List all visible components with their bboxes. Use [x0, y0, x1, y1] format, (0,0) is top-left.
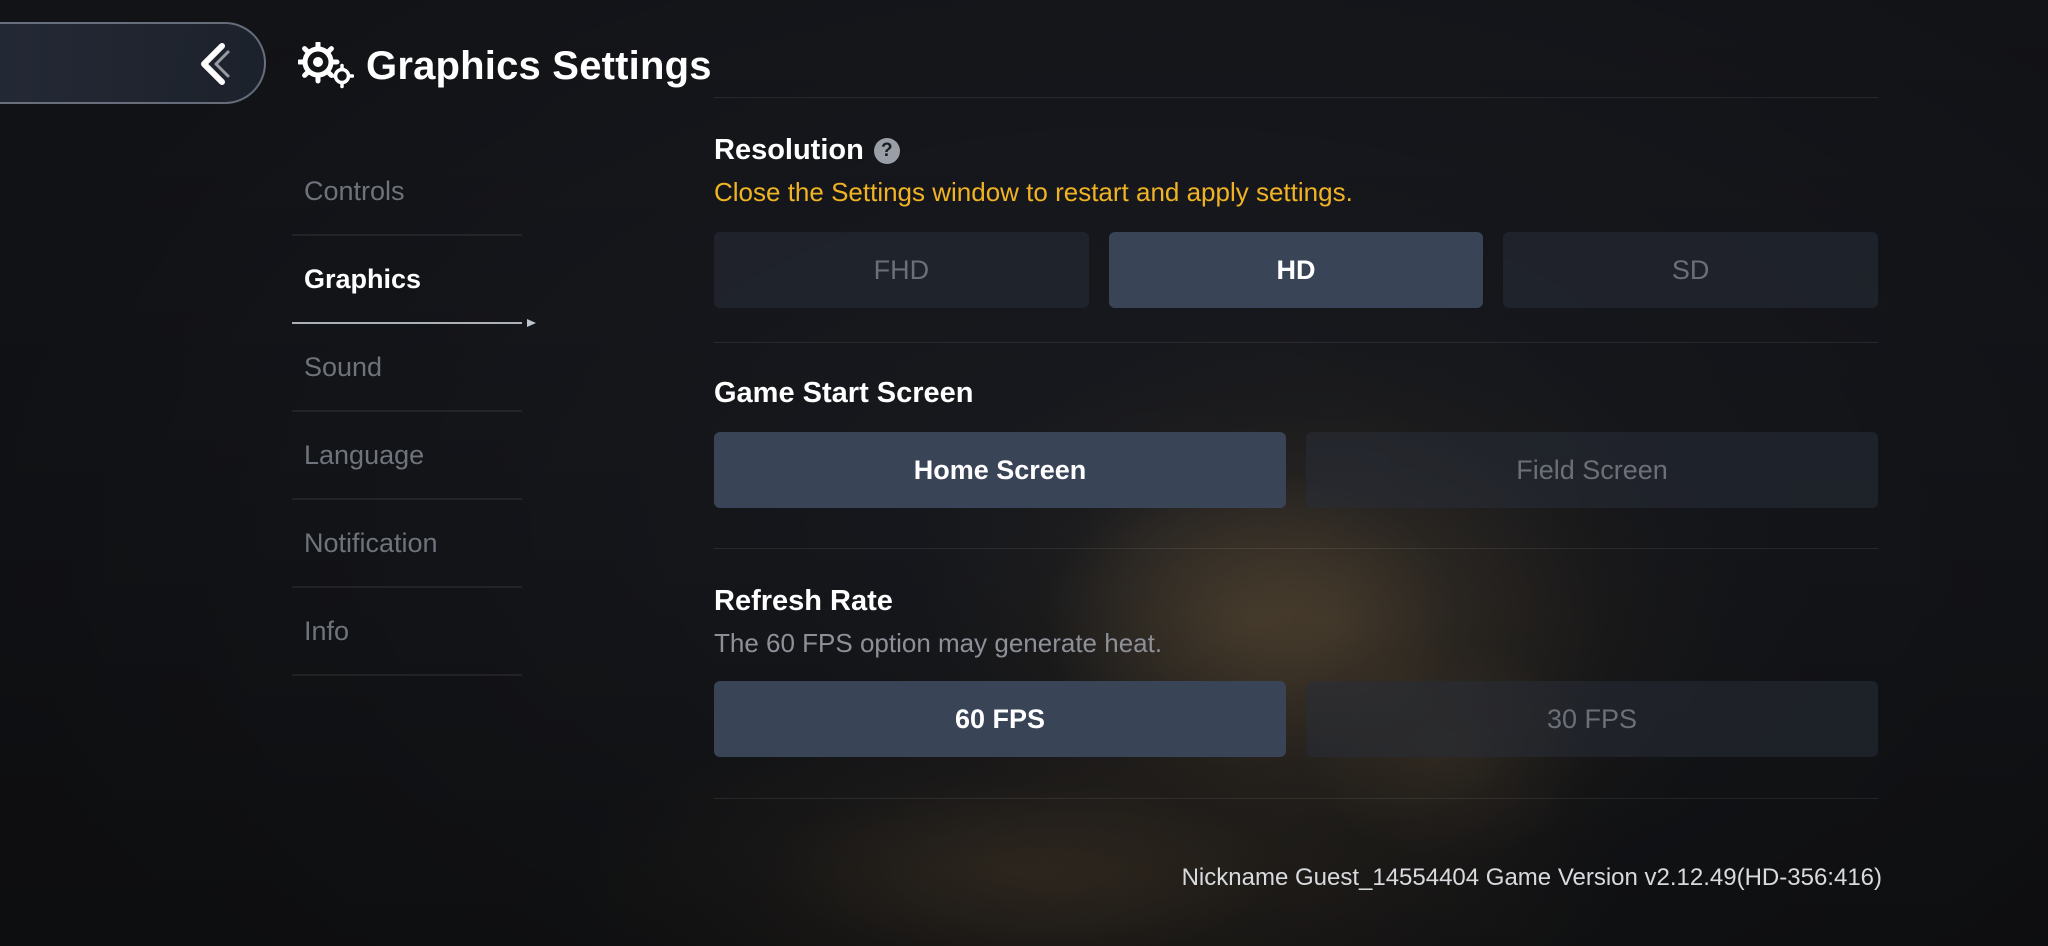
active-indicator-arrow	[527, 319, 536, 327]
settings-content: Resolution ? Close the Settings window t…	[714, 98, 1879, 799]
sidebar-item-graphics[interactable]: Graphics	[292, 236, 536, 327]
sidebar-item-label: Sound	[304, 351, 383, 382]
version-footer: Nickname Guest_14554404 Game Version v2.…	[1181, 864, 1882, 891]
sidebar-item-label: Info	[304, 615, 350, 646]
background-desk-glow	[760, 780, 1280, 946]
resolution-title-row: Resolution ?	[714, 134, 1878, 167]
gears-icon	[298, 42, 354, 89]
settings-sidebar: Controls Graphics Sound Language Notific…	[292, 148, 536, 676]
restart-warning: Close the Settings window to restart and…	[714, 177, 1353, 207]
refresh-rate-section: Refresh Rate The 60 FPS option may gener…	[714, 549, 1878, 799]
sidebar-item-label: Language	[304, 439, 425, 470]
sidebar-item-label: Controls	[304, 175, 405, 206]
resolution-sd-button[interactable]: SD	[1503, 232, 1879, 308]
sidebar-item-language[interactable]: Language	[292, 412, 522, 500]
help-icon[interactable]: ?	[873, 137, 900, 164]
page-title: Graphics Settings	[366, 43, 712, 88]
refresh-rate-options: 60 FPS 30 FPS	[714, 681, 1878, 757]
resolution-section: Resolution ? Close the Settings window t…	[714, 98, 1879, 343]
resolution-title: Resolution	[714, 134, 864, 166]
fps-60-button[interactable]: 60 FPS	[714, 681, 1286, 757]
sidebar-item-notification[interactable]: Notification	[292, 500, 522, 588]
chevron-left-icon	[201, 43, 230, 85]
refresh-rate-title-row: Refresh Rate	[714, 585, 1878, 618]
resolution-fhd-button[interactable]: FHD	[714, 232, 1089, 308]
heat-note: The 60 FPS option may generate heat.	[714, 628, 1163, 658]
sidebar-item-label: Notification	[304, 527, 438, 558]
game-start-title: Game Start Screen	[714, 377, 974, 409]
sidebar-item-controls[interactable]: Controls	[292, 148, 522, 236]
field-screen-button[interactable]: Field Screen	[1306, 432, 1878, 508]
fps-30-button[interactable]: 30 FPS	[1306, 681, 1878, 757]
graphics-settings-screen: Graphics Settings Controls Graphics Soun…	[0, 0, 2048, 946]
resolution-hd-button[interactable]: HD	[1108, 232, 1484, 308]
home-screen-button[interactable]: Home Screen	[714, 432, 1286, 508]
sidebar-item-sound[interactable]: Sound	[292, 324, 522, 412]
resolution-options: FHD HD SD	[714, 232, 1879, 308]
sidebar-item-info[interactable]: Info	[292, 588, 522, 676]
game-start-options: Home Screen Field Screen	[714, 432, 1878, 508]
game-start-section: Game Start Screen Home Screen Field Scre…	[714, 343, 1878, 549]
refresh-rate-title: Refresh Rate	[714, 585, 893, 617]
page-header: Graphics Settings	[298, 38, 712, 94]
sidebar-item-label: Graphics	[304, 263, 422, 294]
game-start-title-row: Game Start Screen	[714, 377, 1878, 410]
back-button[interactable]	[0, 22, 266, 104]
